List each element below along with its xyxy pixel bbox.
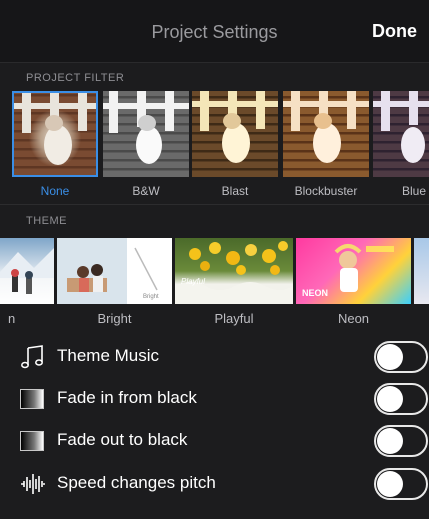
toggle-knob xyxy=(377,344,403,370)
done-button[interactable]: Done xyxy=(372,21,417,42)
filter-preview-image xyxy=(103,91,189,164)
filter-thumb-blue[interactable] xyxy=(373,91,429,177)
fade-in-icon xyxy=(20,386,46,412)
filter-strip[interactable] xyxy=(0,91,429,181)
page-title: Project Settings xyxy=(151,22,278,42)
theme-preview-image: NEON xyxy=(302,244,394,298)
toggle-knob xyxy=(377,428,403,454)
fade-out-row: Fade out to black xyxy=(0,420,429,460)
theme-label-neon: Neon xyxy=(337,311,370,326)
filter-label-blue: Blue xyxy=(402,184,427,198)
speed-pitch-toggle[interactable] xyxy=(374,468,428,500)
theme-music-toggle[interactable] xyxy=(374,341,428,373)
waveform-icon xyxy=(20,471,46,497)
theme-thumb-playful[interactable]: Playful xyxy=(175,238,293,304)
filter-section-label: PROJECT FILTER xyxy=(26,72,125,84)
theme-music-label: Theme Music xyxy=(57,346,160,365)
filter-preview-image xyxy=(192,91,278,163)
filter-thumb-bw[interactable] xyxy=(103,91,189,177)
theme-thumb-partial[interactable] xyxy=(0,238,54,304)
fade-out-label: Fade out to black xyxy=(57,430,188,449)
fade-in-toggle[interactable] xyxy=(374,383,428,415)
filter-thumb-blockbuster[interactable] xyxy=(283,91,369,177)
nav-bar: Project Settings Done xyxy=(0,0,429,63)
fade-out-icon xyxy=(20,428,46,454)
theme-section-label: THEME xyxy=(26,215,67,227)
filter-label-bw: B&W xyxy=(132,184,160,198)
fade-in-label: Fade in from black xyxy=(57,388,197,407)
theme-thumb-next-partial[interactable] xyxy=(414,238,429,304)
filter-label-blast: Blast xyxy=(221,184,249,198)
filter-thumb-none[interactable] xyxy=(12,91,98,177)
speed-pitch-label: Speed changes pitch xyxy=(57,473,216,492)
theme-label-playful: Playful xyxy=(214,311,254,326)
music-note-icon xyxy=(20,344,46,370)
theme-overlay-text: Playful xyxy=(181,277,205,286)
fade-in-row: Fade in from black xyxy=(0,378,429,418)
theme-label-partial: n xyxy=(8,311,16,326)
theme-preview-image: Playful xyxy=(175,241,293,304)
filter-label-blockbuster: Blockbuster xyxy=(294,184,358,198)
toggle-knob xyxy=(377,386,403,412)
theme-thumb-neon[interactable]: NEON xyxy=(296,238,411,304)
filter-label-none: None xyxy=(40,184,70,198)
theme-overlay-text: Bright xyxy=(143,294,159,300)
filter-preview-image xyxy=(373,91,429,163)
theme-preview-image xyxy=(0,248,54,294)
theme-preview-image: Bright xyxy=(57,238,172,304)
theme-label-bright: Bright xyxy=(97,311,132,326)
toggle-knob xyxy=(377,471,403,497)
filter-preview-image xyxy=(283,91,369,163)
theme-strip[interactable]: Bright Playful NEON xyxy=(0,238,429,304)
divider xyxy=(0,204,429,205)
fade-out-toggle[interactable] xyxy=(374,425,428,457)
filter-preview-image xyxy=(14,93,96,165)
filter-thumb-blast[interactable] xyxy=(192,91,278,177)
speed-pitch-row: Speed changes pitch xyxy=(0,463,429,503)
theme-overlay-text: NEON xyxy=(302,288,328,298)
theme-music-row: Theme Music xyxy=(0,336,429,376)
theme-thumb-bright[interactable]: Bright xyxy=(57,238,172,304)
